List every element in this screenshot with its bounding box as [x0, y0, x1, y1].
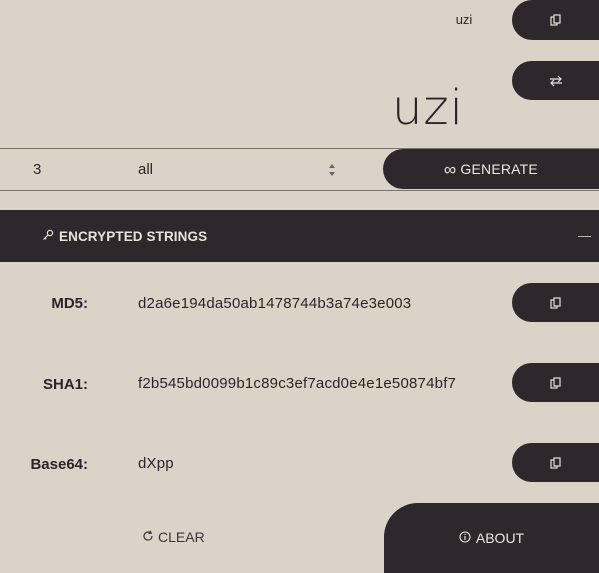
md5-label: MD5: — [51, 295, 88, 312]
copy-icon — [549, 376, 562, 389]
count-input[interactable] — [0, 149, 118, 190]
copy-sha1-button[interactable] — [512, 363, 599, 402]
swap-icon — [549, 75, 563, 87]
copy-icon — [549, 296, 562, 309]
copy-word-button[interactable] — [512, 0, 599, 40]
type-select-value: all — [138, 161, 154, 178]
about-label: ABOUT — [475, 530, 525, 546]
clear-button[interactable]: CLEAR — [142, 526, 205, 548]
generate-label: GENERATE — [460, 161, 538, 177]
swap-button[interactable] — [512, 61, 599, 100]
base64-label: Base64: — [30, 456, 88, 473]
about-button[interactable]: ABOUT — [384, 503, 599, 573]
copy-icon — [549, 456, 562, 469]
collapse-button[interactable] — [578, 228, 599, 244]
base64-value: dXpp — [138, 455, 174, 472]
copy-icon — [549, 14, 562, 26]
generate-button[interactable]: ∞ GENERATE — [383, 149, 599, 189]
sha1-value: f2b545bd0099b1c89c3ef7acd0e4e1e50874bf7 — [138, 375, 457, 392]
section-title: ENCRYPTED STRINGS — [42, 210, 207, 262]
type-select[interactable]: all — [138, 149, 338, 190]
section-title-label: ENCRYPTED STRINGS — [59, 228, 208, 244]
md5-value: d2a6e194da50ab1478744b3a74e3e003 — [138, 295, 412, 312]
infinity-icon: ∞ — [444, 159, 457, 179]
copy-base64-button[interactable] — [512, 443, 599, 482]
clear-label: CLEAR — [158, 529, 205, 545]
copy-md5-button[interactable] — [512, 283, 599, 322]
encrypted-strings-header[interactable]: ENCRYPTED STRINGS — [0, 210, 599, 262]
word-label: uzi — [455, 12, 473, 27]
minus-icon — [578, 235, 591, 237]
info-icon — [459, 530, 471, 546]
refresh-icon — [142, 529, 154, 545]
sha1-label: SHA1: — [42, 376, 88, 393]
key-icon — [42, 229, 54, 244]
select-arrows-icon — [327, 161, 337, 179]
generated-word: uzi — [392, 80, 464, 136]
